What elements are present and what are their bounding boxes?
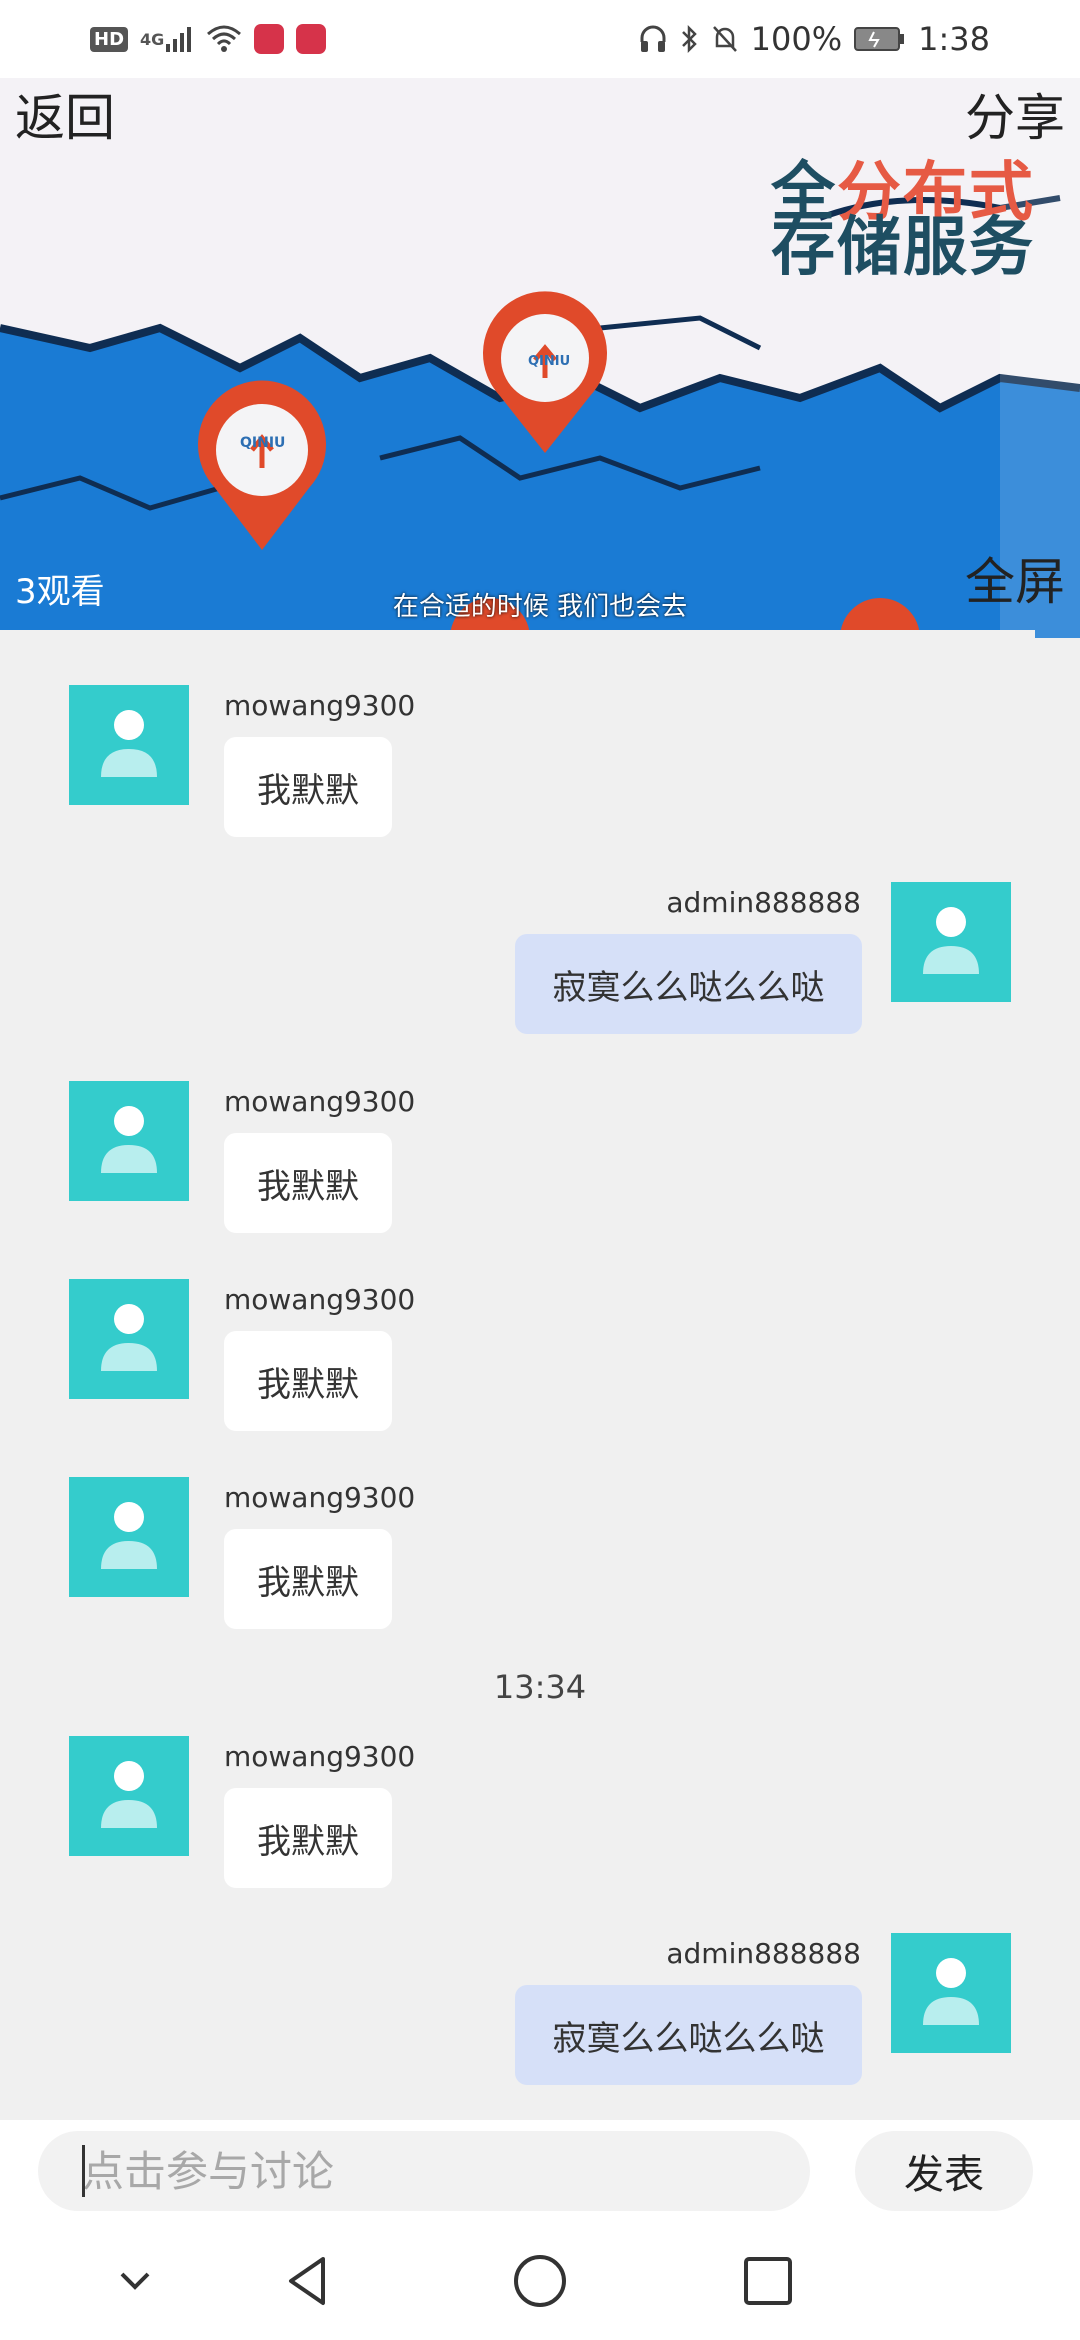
- message-bubble[interactable]: 我默默: [224, 1133, 392, 1233]
- message-username: mowang9300: [224, 689, 416, 722]
- signal-icon: 4G: [140, 24, 194, 54]
- message-bubble[interactable]: 寂寞么么哒么么哒: [515, 934, 862, 1034]
- headphones-icon: [639, 24, 667, 54]
- timestamp-divider: 13:34: [493, 1668, 587, 1706]
- battery-icon: [854, 26, 906, 52]
- avatar[interactable]: [69, 1279, 189, 1399]
- user-avatar-icon: [923, 907, 979, 974]
- message-username: mowang9300: [224, 1283, 416, 1316]
- recents-square-icon: [744, 2257, 792, 2305]
- status-bar: HD 4G 100% 1:38: [0, 0, 1080, 78]
- message-bubble[interactable]: 我默默: [224, 1788, 392, 1888]
- message-username: admin888888: [666, 886, 861, 919]
- network-type: 4G: [140, 29, 165, 49]
- user-avatar-icon: [923, 1958, 979, 2025]
- nav-back-button[interactable]: [274, 2246, 344, 2316]
- back-button[interactable]: 返回: [15, 78, 115, 150]
- back-triangle-icon: [289, 2257, 325, 2305]
- wifi-icon: [206, 24, 242, 54]
- share-button[interactable]: 分享: [965, 78, 1065, 150]
- message-username: admin888888: [666, 1937, 861, 1970]
- system-nav-bar: [0, 2220, 1080, 2340]
- text-caret: [82, 2145, 85, 2197]
- hd-badge: HD: [90, 26, 129, 52]
- video-subtitle: 在合适的时候 我们也会去: [392, 592, 688, 622]
- avatar[interactable]: [69, 1736, 189, 1856]
- avatar[interactable]: [69, 1081, 189, 1201]
- home-circle-icon: [514, 2255, 566, 2307]
- send-button[interactable]: 发表: [855, 2131, 1033, 2211]
- message-bubble[interactable]: 我默默: [224, 1529, 392, 1629]
- user-avatar-icon: [101, 1304, 157, 1371]
- avatar[interactable]: [891, 1933, 1011, 2053]
- clock: 1:38: [918, 20, 990, 58]
- avatar[interactable]: [69, 1477, 189, 1597]
- user-avatar-icon: [101, 1502, 157, 1569]
- avatar[interactable]: [891, 882, 1011, 1002]
- calendar-app-icon: [254, 24, 285, 54]
- chat-list[interactable]: mowang9300 我默默 admin888888 寂寞么么哒么么哒 mowa…: [0, 638, 1080, 2120]
- video-overlay-title-line2: 存储服务: [771, 211, 1035, 285]
- comment-input[interactable]: [38, 2131, 810, 2211]
- nav-collapse-button[interactable]: [100, 2246, 170, 2316]
- pin-logo-right: QINIU: [528, 354, 571, 369]
- nav-home-button[interactable]: [505, 2246, 575, 2316]
- message-username: mowang9300: [224, 1481, 416, 1514]
- battery-percent: 100%: [750, 20, 843, 58]
- message-username: mowang9300: [224, 1740, 416, 1773]
- message-username: mowang9300: [224, 1085, 416, 1118]
- message-bubble[interactable]: 寂寞么么哒么么哒: [515, 1985, 862, 2085]
- chevron-down-icon: [120, 2272, 150, 2290]
- user-avatar-icon: [101, 1761, 157, 1828]
- message-bubble[interactable]: 我默默: [224, 737, 392, 837]
- comment-bar: 发表: [0, 2120, 1080, 2220]
- bluetooth-icon: [679, 24, 699, 54]
- status-left: HD 4G: [90, 24, 327, 54]
- avatar[interactable]: [69, 685, 189, 805]
- status-right: 100% 1:38: [639, 20, 990, 58]
- pin-logo-left: QINIU: [240, 435, 286, 451]
- reader-app-icon: [296, 24, 327, 54]
- user-avatar-icon: [101, 1106, 157, 1173]
- nav-recents-button[interactable]: [733, 2246, 803, 2316]
- mute-bell-icon: [711, 24, 739, 54]
- video-player[interactable]: QINIU QINIU 全分布式 存储服务 返回 分享 全屏 3观看 在合适的时…: [0, 78, 1080, 638]
- user-avatar-icon: [101, 710, 157, 777]
- message-bubble[interactable]: 我默默: [224, 1331, 392, 1431]
